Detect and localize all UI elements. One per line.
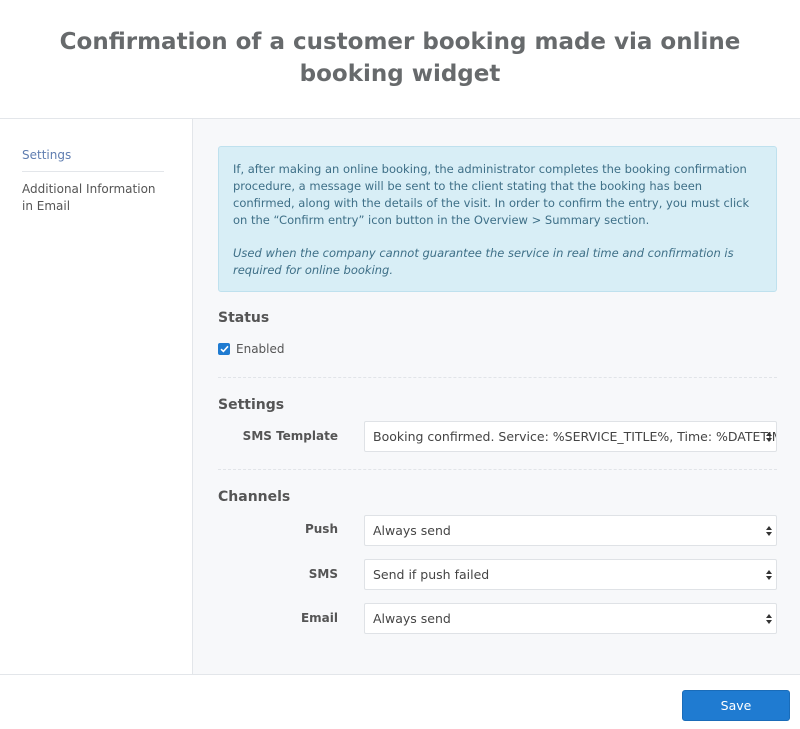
email-value: Always send — [373, 611, 451, 626]
channels-section-title: Channels — [218, 489, 291, 505]
updown-arrows-icon — [766, 614, 772, 624]
sms-template-select[interactable]: Booking confirmed. Service: %SERVICE_TIT… — [364, 421, 777, 452]
divider — [218, 377, 777, 378]
updown-arrows-icon — [766, 570, 772, 580]
enabled-checkbox[interactable] — [218, 343, 230, 355]
page-header: Confirmation of a customer booking made … — [0, 0, 800, 119]
sidebar: Settings Additional Information in Email — [0, 119, 193, 674]
page-title: Confirmation of a customer booking made … — [59, 29, 741, 87]
settings-section-title: Settings — [218, 397, 285, 413]
enabled-label: Enabled — [236, 342, 285, 356]
info-box: If, after making an online booking, the … — [218, 146, 777, 292]
sms-template-value: Booking confirmed. Service: %SERVICE_TIT… — [373, 429, 777, 444]
status-section-title: Status — [218, 310, 270, 326]
email-select[interactable]: Always send — [364, 603, 777, 634]
updown-arrows-icon — [766, 432, 772, 442]
info-text-end: section. — [600, 213, 650, 227]
sms-select[interactable]: Send if push failed — [364, 559, 777, 590]
info-separator: > — [527, 213, 545, 227]
sms-template-label: SMS Template — [242, 429, 338, 443]
sidebar-item-additional-information[interactable]: Additional Information in Email — [22, 181, 164, 215]
sms-value: Send if push failed — [373, 567, 490, 582]
divider — [218, 469, 777, 470]
push-label: Push — [304, 522, 338, 536]
enabled-checkbox-row: Enabled — [218, 342, 285, 356]
updown-arrows-icon — [766, 526, 772, 536]
main-panel: If, after making an online booking, the … — [193, 119, 800, 674]
summary-link[interactable]: Summary — [545, 213, 601, 227]
info-note: Used when the company cannot guarantee t… — [233, 246, 734, 277]
save-button[interactable]: Save — [682, 690, 790, 721]
overview-link[interactable]: Overview — [474, 213, 528, 227]
push-value: Always send — [373, 523, 451, 538]
check-icon — [219, 345, 229, 353]
footer: Save — [0, 674, 800, 729]
sidebar-item-settings[interactable]: Settings — [22, 147, 164, 172]
sms-label: SMS — [308, 567, 338, 581]
email-label: Email — [300, 611, 338, 625]
push-select[interactable]: Always send — [364, 515, 777, 546]
info-text: If, after making an online booking, the … — [233, 161, 762, 229]
